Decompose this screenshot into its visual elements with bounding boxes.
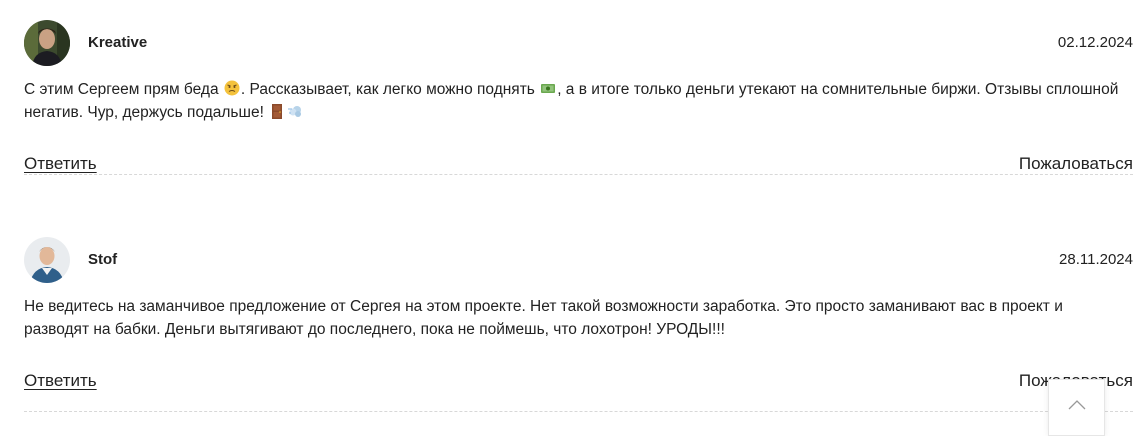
comment-actions: Ответить Пожаловаться <box>24 371 1133 395</box>
comment-text: Не ведитесь на заманчивое предложение от… <box>24 298 1063 338</box>
comment-date: 02.12.2024 <box>1057 34 1133 51</box>
comment-text-segment: . Рассказывает, как легко можно поднять <box>240 81 540 98</box>
comment-author: Kreative <box>88 34 148 51</box>
angry-face-emoji-icon <box>224 80 240 96</box>
comment-item: Stof 28.11.2024 Не ведитесь на заманчиво… <box>24 237 1133 395</box>
reply-link[interactable]: Ответить <box>24 154 97 174</box>
comment-text: С этим Сергеем прям беда . Рассказывает,… <box>24 78 1124 124</box>
chevron-up-icon <box>1068 380 1086 415</box>
comment-author: Stof <box>88 251 118 268</box>
money-emoji-icon <box>540 80 556 96</box>
avatar <box>24 237 70 283</box>
door-emoji-icon <box>269 103 285 119</box>
comment-divider <box>24 174 1133 175</box>
comment-header: Kreative 02.12.2024 <box>24 20 1133 66</box>
dash-emoji-icon <box>287 103 303 119</box>
avatar <box>24 20 70 66</box>
comment-header: Stof 28.11.2024 <box>24 237 1133 283</box>
comment-date: 28.11.2024 <box>1059 251 1133 268</box>
comment-text-segment: С этим Сергеем прям беда <box>24 81 223 98</box>
reply-link[interactable]: Ответить <box>24 371 97 391</box>
comment-divider <box>24 411 1133 412</box>
comment-item: Kreative 02.12.2024 С этим Сергеем прям … <box>24 20 1133 178</box>
report-link[interactable]: Пожаловаться <box>1019 154 1133 174</box>
scroll-to-top-button[interactable] <box>1048 379 1105 436</box>
